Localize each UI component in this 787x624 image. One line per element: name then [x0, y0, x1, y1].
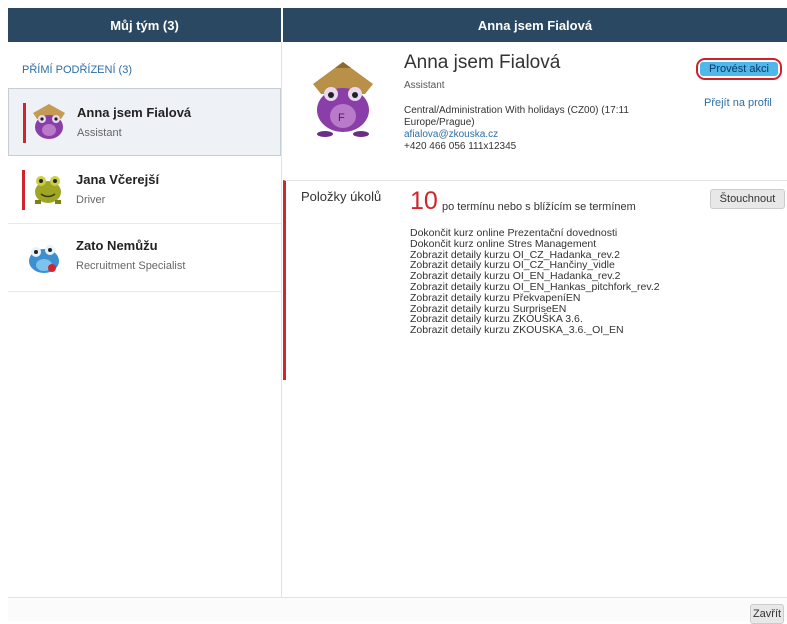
member-item-anna[interactable]: Anna jsem Fialová Assistant — [8, 88, 281, 156]
go-to-profile-link[interactable]: Přejít na profil — [704, 97, 772, 109]
list-item: Zobrazit detaily kurzu PřekvapeníEN — [410, 291, 581, 304]
profile-header: Anna jsem Fialová — [283, 8, 787, 42]
status-bar — [22, 170, 25, 210]
member-name: Jana Včerejší — [76, 172, 160, 187]
member-item-zato[interactable]: Zato Nemůžu Recruitment Specialist — [8, 224, 281, 292]
task-list: Dokončit kurz online Prezentační dovedno… — [410, 228, 660, 336]
profile-org: Central/Administration With holidays (CZ… — [404, 105, 629, 116]
profile-title: Assistant — [404, 80, 445, 91]
take-action-label: Provést akci — [700, 62, 778, 76]
direct-reports-label: PŘÍMÍ PODŘÍZENÍ (3) — [22, 64, 133, 76]
member-name: Zato Nemůžu — [76, 238, 158, 253]
team-header: Můj tým (3) — [8, 8, 281, 42]
task-items-section: Položky úkolů 10 po termínu nebo s blíží… — [283, 180, 787, 380]
task-count-text: po termínu nebo s blížícím se termínem — [442, 201, 636, 213]
close-button[interactable]: Zavřít — [750, 604, 784, 624]
member-role: Assistant — [77, 127, 122, 139]
list-item: Zobrazit detaily kurzu ZKOUSKA_3.6._OI_E… — [410, 324, 624, 337]
take-action-button[interactable]: Provést akci — [696, 58, 782, 80]
team-list-panel: PŘÍMÍ PODŘÍZENÍ (3) Anna jsem Fialová As… — [8, 42, 282, 597]
profile-timezone: Europe/Prague) — [404, 117, 475, 128]
nudge-button[interactable]: Štouchnout — [710, 189, 785, 209]
profile-details: Central/Administration With holidays (CZ… — [404, 105, 679, 153]
green-frog-avatar — [26, 166, 70, 210]
member-role: Recruitment Specialist — [76, 260, 186, 272]
member-role: Driver — [76, 194, 106, 206]
purple-frog-avatar: F — [305, 54, 381, 138]
profile-email[interactable]: afialova@zkouska.cz — [404, 129, 679, 141]
team-dialog: Můj tým (3) Anna jsem Fialová PŘÍMÍ PODŘ… — [8, 8, 787, 624]
status-bar — [23, 103, 26, 143]
task-items-label: Položky úkolů — [301, 189, 382, 204]
list-item: Dokončit kurz online Stres Management — [410, 237, 597, 250]
task-count: 10 — [410, 187, 438, 215]
svg-text:F: F — [338, 112, 345, 124]
profile-panel: F Anna jsem Fialová Assistant Central/Ad… — [283, 42, 787, 597]
member-item-jana[interactable]: Jana Včerejší Driver — [8, 156, 281, 224]
profile-name: Anna jsem Fialová — [404, 52, 561, 73]
blue-creature-avatar — [22, 234, 66, 278]
purple-frog-avatar — [27, 99, 71, 143]
profile-phone: +420 466 056 111x12345 — [404, 141, 517, 152]
member-name: Anna jsem Fialová — [77, 105, 192, 120]
dialog-footer: Zavřít — [8, 597, 787, 624]
